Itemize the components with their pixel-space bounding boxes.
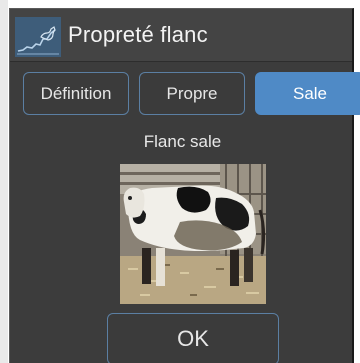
tab-sale[interactable]: Sale <box>255 72 360 115</box>
background-window-edge <box>0 0 8 363</box>
cow-photo <box>120 164 266 304</box>
image-caption: Flanc sale <box>143 132 222 151</box>
dialog-title: Propreté flanc <box>68 22 208 47</box>
tab-definition[interactable]: Définition <box>23 72 129 115</box>
ok-button[interactable]: OK <box>107 313 279 363</box>
dialog-window: Propreté flanc Définition Propre Sale Fl… <box>9 8 360 363</box>
tab-propre[interactable]: Propre <box>139 72 245 115</box>
cow-chart-logo-icon <box>15 17 61 57</box>
screen: Propreté flanc Définition Propre Sale Fl… <box>0 0 360 363</box>
title-bar: Propreté flanc <box>10 9 352 62</box>
